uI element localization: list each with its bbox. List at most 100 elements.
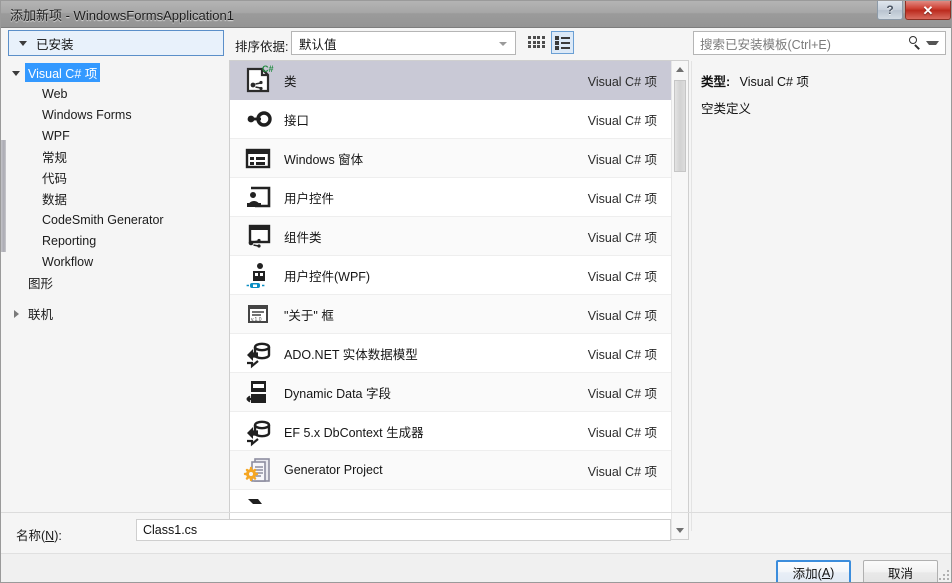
list-item-name: 类 xyxy=(284,74,297,89)
list-item[interactable]: C# 类 Visual C# 项 xyxy=(230,61,671,100)
medium-icons-view-button[interactable] xyxy=(524,31,547,54)
chevron-right-icon[interactable] xyxy=(11,308,23,320)
category-tree: Visual C# 项 Web Windows Forms WPF 常规 代码 xyxy=(1,62,229,324)
list-item[interactable]: 用户控件 Visual C# 项 xyxy=(230,178,671,217)
details-type-value: Visual C# 项 xyxy=(739,75,809,89)
list-item[interactable]: Windows 窗体 Visual C# 项 xyxy=(230,139,671,178)
sidebar-item-label: WPF xyxy=(42,128,70,143)
sidebar-item-data[interactable]: 数据 xyxy=(1,188,229,209)
interface-icon xyxy=(242,103,274,135)
sidebar-item-wpf[interactable]: WPF xyxy=(1,125,229,146)
close-button[interactable]: ✕ xyxy=(905,1,951,20)
categories-scrollbar[interactable] xyxy=(1,140,6,252)
list-item-name: ADO.NET 实体数据模型 xyxy=(284,347,418,362)
list-item-type: Visual C# 项 xyxy=(587,269,657,284)
sidebar-item-label: Windows Forms xyxy=(42,107,132,122)
list-item-type: Visual C# 项 xyxy=(587,464,657,479)
about-box-icon: v.1.0 xyxy=(242,298,274,330)
sidebar-item-label: CodeSmith Generator xyxy=(42,212,164,227)
list-item-name: Windows 窗体 xyxy=(284,152,364,167)
sidebar-item-label: 代码 xyxy=(42,172,68,186)
scroll-up-button[interactable] xyxy=(672,61,688,78)
sidebar-item-label: Reporting xyxy=(42,233,97,248)
sidebar-item-label: 联机 xyxy=(28,308,54,322)
name-row: 名称(N): Class1.cs xyxy=(1,513,951,553)
sidebar-item-label: 数据 xyxy=(42,193,68,207)
list-item-type: Visual C# 项 xyxy=(587,113,657,128)
search-templates-box[interactable]: 搜索已安装模板(Ctrl+E) xyxy=(693,31,946,55)
sidebar-item-label: Visual C# 项 xyxy=(25,63,101,82)
sort-by-dropdown[interactable]: 默认值 xyxy=(291,31,516,55)
chevron-down-icon[interactable] xyxy=(926,41,939,45)
sidebar-item-graphics[interactable]: 图形 xyxy=(1,272,229,293)
dialog-content: 已安装 Visual C# 项 Web Windows Forms WPF 常规 xyxy=(1,28,951,582)
sidebar-item-label: 图形 xyxy=(28,277,54,291)
sort-by-value: 默认值 xyxy=(299,37,337,52)
component-class-icon xyxy=(242,220,274,252)
close-icon: ✕ xyxy=(922,2,934,18)
ef-dbcontext-generator-icon xyxy=(242,415,274,447)
chevron-down-icon[interactable] xyxy=(11,67,23,79)
window-title: 添加新项 - WindowsFormsApplication1 xyxy=(10,8,234,23)
sidebar-item-code[interactable]: 代码 xyxy=(1,167,229,188)
list-item-type: Visual C# 项 xyxy=(587,152,657,167)
search-icon[interactable] xyxy=(906,34,924,52)
search-input[interactable]: 搜索已安装模板(Ctrl+E) xyxy=(700,34,906,53)
templates-scrollbar[interactable] xyxy=(671,61,688,539)
list-item-type: Visual C# 项 xyxy=(587,74,657,89)
list-item[interactable]: Dynamic Data 字段 Visual C# 项 xyxy=(230,373,671,412)
templates-list[interactable]: C# 类 Visual C# 项 接口 Visual C# 项 Windows … xyxy=(229,60,689,540)
sidebar-item-label: Workflow xyxy=(42,254,94,269)
sidebar-item-workflow[interactable]: Workflow xyxy=(1,251,229,272)
ado-net-entity-model-icon xyxy=(242,337,274,369)
windows-form-icon xyxy=(242,142,274,174)
scrollbar-thumb[interactable] xyxy=(674,80,686,172)
list-item[interactable]: EF 5.x DbContext 生成器 Visual C# 项 xyxy=(230,412,671,451)
list-item[interactable]: v.1.0 "关于" 框 Visual C# 项 xyxy=(230,295,671,334)
list-item-name: 用户控件(WPF) xyxy=(284,269,371,284)
list-item-type: Visual C# 项 xyxy=(587,191,657,206)
details-view-button[interactable] xyxy=(551,31,574,54)
list-item[interactable]: 用户控件(WPF) Visual C# 项 xyxy=(230,256,671,295)
details-description: 空类定义 xyxy=(701,102,752,116)
user-control-icon xyxy=(242,181,274,213)
list-item[interactable]: Generator Project Visual C# 项 xyxy=(230,451,671,490)
dynamic-data-field-icon xyxy=(242,376,274,408)
list-item-type: Visual C# 项 xyxy=(587,230,657,245)
list-item-type: Visual C# 项 xyxy=(587,308,657,323)
details-panel: 类型: Visual C# 项 空类定义 xyxy=(693,61,946,531)
wpf-user-control-icon xyxy=(242,259,274,291)
list-item[interactable]: 组件类 Visual C# 项 xyxy=(230,217,671,256)
list-item-type: Visual C# 项 xyxy=(587,386,657,401)
details-type-line: 类型: Visual C# 项 xyxy=(701,71,809,90)
sidebar-item-general[interactable]: 常规 xyxy=(1,146,229,167)
name-input-value: Class1.cs xyxy=(143,523,198,537)
sidebar-item-codesmith-generator[interactable]: CodeSmith Generator xyxy=(1,209,229,230)
dialog-footer: 添加(A) 取消 xyxy=(1,553,951,582)
sidebar-item-web[interactable]: Web xyxy=(1,83,229,104)
medium-icons-icon xyxy=(528,36,545,49)
svg-text:v.1.0: v.1.0 xyxy=(251,317,262,323)
list-item-name: EF 5.x DbContext 生成器 xyxy=(284,425,424,440)
sidebar-item-reporting[interactable]: Reporting xyxy=(1,230,229,251)
name-label: 名称(N): xyxy=(16,529,62,543)
list-item[interactable]: ADO.NET 实体数据模型 Visual C# 项 xyxy=(230,334,671,373)
title-bar[interactable]: 添加新项 - WindowsFormsApplication1 ? ✕ xyxy=(1,1,951,28)
cancel-button[interactable]: 取消 xyxy=(863,560,938,582)
help-button[interactable]: ? xyxy=(877,1,903,20)
resize-grip[interactable] xyxy=(939,570,951,582)
class-csharp-icon: C# xyxy=(242,64,274,96)
name-input[interactable]: Class1.cs xyxy=(136,519,671,541)
panel-divider xyxy=(691,61,692,531)
sidebar-item-visual-csharp[interactable]: Visual C# 项 xyxy=(1,62,229,83)
question-mark-icon: ? xyxy=(886,3,894,17)
sidebar-item-online[interactable]: 联机 xyxy=(1,303,229,324)
list-item-name: 用户控件 xyxy=(284,191,335,206)
categories-panel: 已安装 Visual C# 项 Web Windows Forms WPF 常规 xyxy=(1,28,229,512)
list-item[interactable]: 接口 Visual C# 项 xyxy=(230,100,671,139)
add-button[interactable]: 添加(A) xyxy=(776,560,851,582)
svg-text:C#: C# xyxy=(262,64,274,74)
installed-header[interactable]: 已安装 xyxy=(8,30,224,56)
sidebar-item-windows-forms[interactable]: Windows Forms xyxy=(1,104,229,125)
list-toolbar: 排序依据: 默认值 xyxy=(229,28,689,60)
